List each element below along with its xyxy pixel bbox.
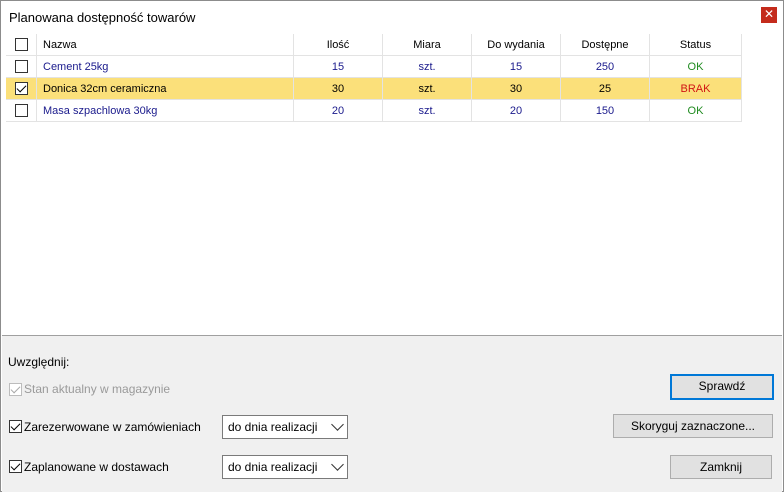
options-heading: Uwzględnij: [8, 355, 70, 369]
chevron-down-icon [331, 458, 344, 471]
chevron-down-icon [331, 418, 344, 431]
check-button[interactable]: Sprawdź [670, 374, 774, 400]
table-row[interactable]: Masa szpachlowa 30kg 20 szt. 20 150 OK [6, 99, 742, 122]
header-status[interactable]: Status [649, 34, 742, 56]
cell-qty: 20 [293, 99, 383, 122]
header-available[interactable]: Dostępne [560, 34, 650, 56]
options-panel: Uwzględnij: Stan aktualny w magazynie Za… [2, 335, 782, 492]
table-header-row: Nazwa Ilość Miara Do wydania Dostępne St… [6, 34, 742, 56]
table-row[interactable]: Cement 25kg 15 szt. 15 250 OK [6, 55, 742, 78]
row-checkbox[interactable] [6, 55, 37, 78]
cell-qty: 30 [293, 77, 383, 100]
availability-grid: Nazwa Ilość Miara Do wydania Dostępne St… [2, 34, 782, 334]
reserved-checkbox[interactable] [9, 420, 22, 433]
title-bar: Planowana dostępność towarów ✕ [1, 1, 783, 33]
cell-status: BRAK [649, 77, 742, 100]
planned-select-value: do dnia realizacji [228, 460, 318, 474]
planned-select[interactable]: do dnia realizacji [222, 455, 348, 479]
reserved-select-value: do dnia realizacji [228, 420, 318, 434]
header-name[interactable]: Nazwa [36, 34, 294, 56]
row-checkbox[interactable] [6, 99, 37, 122]
cell-qty: 15 [293, 55, 383, 78]
reserved-label[interactable]: Zarezerwowane w zamówieniach [24, 420, 201, 434]
dialog-window: Planowana dostępność towarów ✕ Nazwa Ilo… [0, 0, 784, 492]
cell-unit: szt. [382, 99, 472, 122]
correct-selected-button[interactable]: Skoryguj zaznaczone... [613, 414, 773, 438]
checkbox-checked-icon[interactable] [14, 82, 28, 95]
header-unit[interactable]: Miara [382, 34, 472, 56]
stock-label: Stan aktualny w magazynie [24, 382, 171, 396]
planned-label[interactable]: Zaplanowane w dostawach [24, 460, 169, 474]
cell-status: OK [649, 99, 742, 122]
cell-name: Cement 25kg [36, 55, 294, 78]
checkbox-icon[interactable] [14, 104, 28, 117]
window-title: Planowana dostępność towarów [9, 10, 196, 25]
cell-unit: szt. [382, 55, 472, 78]
cell-available: 25 [560, 77, 650, 100]
cell-to-issue: 15 [471, 55, 561, 78]
planned-checkbox[interactable] [9, 460, 22, 473]
cell-to-issue: 20 [471, 99, 561, 122]
cell-available: 250 [560, 55, 650, 78]
cell-name: Donica 32cm ceramiczna [36, 77, 294, 100]
select-all-checkbox[interactable] [6, 34, 37, 56]
cell-to-issue: 30 [471, 77, 561, 100]
close-icon[interactable]: ✕ [761, 7, 777, 23]
cell-name: Masa szpachlowa 30kg [36, 99, 294, 122]
stock-checkbox [9, 383, 22, 396]
row-checkbox[interactable] [6, 77, 37, 100]
cell-available: 150 [560, 99, 650, 122]
availability-table: Nazwa Ilość Miara Do wydania Dostępne St… [6, 34, 742, 122]
cell-status: OK [649, 55, 742, 78]
close-button[interactable]: Zamknij [670, 455, 772, 479]
reserved-select[interactable]: do dnia realizacji [222, 415, 348, 439]
checkbox-icon[interactable] [14, 38, 28, 51]
header-to-issue[interactable]: Do wydania [471, 34, 561, 56]
checkbox-icon[interactable] [14, 60, 28, 73]
table-row[interactable]: Donica 32cm ceramiczna 30 szt. 30 25 BRA… [6, 77, 742, 100]
header-qty[interactable]: Ilość [293, 34, 383, 56]
cell-unit: szt. [382, 77, 472, 100]
